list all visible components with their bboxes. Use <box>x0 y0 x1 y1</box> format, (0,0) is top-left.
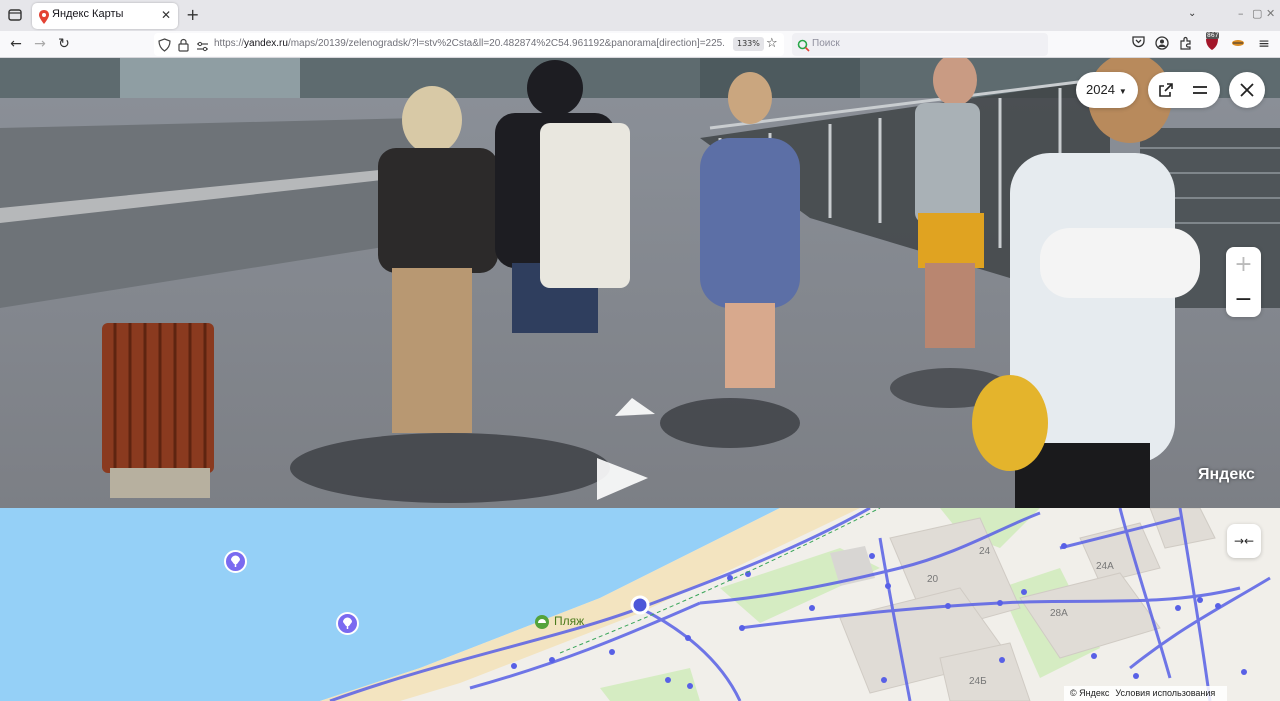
current-position-marker-icon <box>630 595 650 619</box>
firefox-view-icon[interactable] <box>6 6 24 24</box>
street-panorama[interactable]: 2024 ▼ + − Яндекс <box>0 58 1280 508</box>
search-engine-icon[interactable] <box>797 37 810 56</box>
lock-icon[interactable] <box>178 37 189 56</box>
beach-label: Пляж <box>554 614 585 628</box>
account-icon[interactable] <box>1154 36 1170 52</box>
map-copyright: © Яндекс Условия использования <box>1064 686 1228 701</box>
tab-title: Яндекс Карты <box>52 8 124 20</box>
zoom-out-button[interactable]: − <box>1226 282 1261 317</box>
bookmark-star-icon[interactable]: ☆ <box>766 36 778 51</box>
house-number: 24А <box>1096 561 1114 572</box>
restore-icon[interactable]: ▢ <box>1252 7 1262 20</box>
panorama-zoom-control: + − <box>1226 247 1261 317</box>
dropdown-caret-icon: ▼ <box>1118 87 1127 96</box>
house-number: 28А <box>1050 608 1068 619</box>
panorama-actions-group <box>1148 72 1220 108</box>
yandex-maps-favicon-icon <box>39 9 49 28</box>
year-selector[interactable]: 2024 ▼ <box>1076 72 1138 108</box>
terms-link[interactable]: Условия использования <box>1115 688 1215 698</box>
house-number: 24 <box>979 546 991 557</box>
extensions-icon[interactable] <box>1178 36 1194 52</box>
poi-balloon-icon[interactable] <box>224 550 247 577</box>
close-icon <box>1240 83 1254 102</box>
close-panorama-button[interactable] <box>1229 72 1265 108</box>
app-menu-icon[interactable]: ≡ <box>1256 36 1272 52</box>
minimize-icon[interactable]: – <box>1238 7 1244 20</box>
house-number: 20 <box>927 574 939 585</box>
collapse-arrows-icon: →← <box>1233 534 1255 548</box>
tracking-protection-icon[interactable] <box>158 37 171 56</box>
url-bar[interactable]: https://yandex.ru/maps/20139/zelenograds… <box>154 33 784 56</box>
permissions-icon[interactable] <box>196 38 209 57</box>
collapse-map-button[interactable]: →← <box>1227 524 1261 558</box>
reload-icon[interactable]: ↻ <box>56 36 72 52</box>
extension-badge: 867 <box>1206 32 1220 39</box>
zoom-in-button[interactable]: + <box>1226 247 1261 282</box>
poi-balloon-icon[interactable] <box>336 612 359 639</box>
search-field[interactable]: Поиск <box>792 33 1048 56</box>
search-placeholder: Поиск <box>812 38 840 49</box>
close-tab-icon[interactable]: ✕ <box>158 7 174 23</box>
ublock-origin-icon[interactable]: 867 <box>1204 32 1220 52</box>
pocket-icon[interactable] <box>1130 36 1146 52</box>
open-external-icon[interactable] <box>1158 82 1174 103</box>
minimap[interactable]: Пляж 24 20 24А 28А 24Б →← © Яндекс Услови… <box>0 508 1280 701</box>
window-close-icon[interactable]: ✕ <box>1266 7 1275 20</box>
new-tab-icon[interactable]: + <box>186 6 199 24</box>
list-all-tabs-icon[interactable]: ⌄ <box>1188 8 1196 19</box>
extension-icon[interactable] <box>1230 36 1246 52</box>
active-tab[interactable]: Яндекс Карты ✕ <box>32 3 178 29</box>
year-value: 2024 <box>1086 82 1115 97</box>
yandex-watermark: Яндекс <box>1198 466 1255 483</box>
house-number: 24Б <box>969 676 987 687</box>
back-icon[interactable]: ← <box>8 36 24 52</box>
beach-icon <box>535 614 549 633</box>
menu-icon[interactable] <box>1192 83 1208 102</box>
copyright-text[interactable]: © Яндекс <box>1070 688 1109 698</box>
zoom-level-badge[interactable]: 133% <box>733 37 764 51</box>
tab-bar: Яндекс Карты ✕ + ⌄ – ▢ ✕ <box>0 0 1280 31</box>
navigation-bar: ← → ↻ https://yandex.ru/maps/20139/zelen… <box>0 31 1280 58</box>
panorama-image <box>0 58 1280 508</box>
forward-icon[interactable]: → <box>32 36 48 52</box>
url-text: https://yandex.ru/maps/20139/zelenograds… <box>214 38 724 49</box>
